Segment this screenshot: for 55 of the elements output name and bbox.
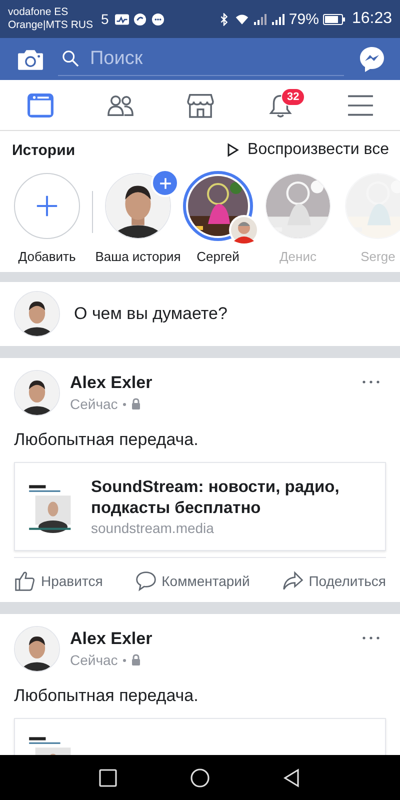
back-icon[interactable] (282, 768, 302, 788)
link-title: SoundStream: новости, радио, подкасты бесплатно (91, 477, 340, 519)
network-label: 5 (101, 11, 109, 27)
search-field[interactable]: Поиск (58, 42, 344, 76)
search-icon (62, 50, 79, 67)
home-icon[interactable] (190, 768, 210, 788)
chat-app-icon (132, 12, 147, 26)
carrier-name: vodafone ES (8, 6, 70, 19)
action-button[interactable]: Нравится (14, 566, 103, 596)
lock-icon (130, 398, 141, 410)
comment-icon (134, 570, 157, 592)
play-all-button[interactable]: Воспроизвести все (226, 141, 389, 159)
post-text: Любопытная передача. (14, 430, 200, 450)
signal-icon (270, 12, 285, 26)
post-time: Сейчас (70, 652, 118, 668)
search-input[interactable]: Поиск (88, 46, 292, 70)
plus-icon (36, 195, 58, 217)
battery-icon (322, 14, 345, 24)
recent-apps-icon[interactable] (98, 768, 118, 788)
activity-icon (114, 12, 129, 26)
post-time: Сейчас (70, 396, 118, 412)
more-icon[interactable] (362, 636, 380, 640)
signal-icon (252, 12, 267, 26)
carrier-name: Orange|MTS RUS (8, 19, 93, 32)
notification-count: 32 (281, 88, 306, 106)
story-name: Ваша история (95, 249, 181, 264)
message-icon (150, 12, 165, 26)
menu-icon (346, 92, 374, 118)
link-domain: soundstream.media (91, 520, 215, 536)
author-name[interactable]: Alex Exler (70, 373, 352, 393)
camera-icon[interactable] (17, 48, 44, 70)
story-name: Сергей (196, 249, 240, 264)
more-icon[interactable] (362, 380, 380, 384)
play-icon (226, 143, 239, 157)
wifi-icon (234, 12, 249, 26)
author-name[interactable]: Alex Exler (70, 629, 352, 649)
action-button[interactable]: Комментарий (134, 566, 250, 596)
shop-icon (186, 92, 214, 118)
messenger-icon[interactable] (358, 45, 386, 73)
share-icon (282, 570, 304, 592)
story-name: Serge (360, 249, 396, 264)
story-name: Добавить (18, 249, 76, 264)
lock-icon (130, 654, 141, 666)
status-prompt[interactable]: О чем вы думаете? (74, 304, 228, 324)
section-title: Истории (12, 142, 76, 158)
clock: 16:23 (352, 10, 392, 28)
add-badge-icon[interactable] (151, 171, 179, 197)
post-text: Любопытная передача. (14, 686, 200, 706)
friends-icon (106, 92, 134, 118)
news-feed-icon (26, 92, 54, 118)
thumbs-up-icon (14, 570, 36, 592)
link-preview[interactable]: SoundStream: новости, радио, подкасты бесплатно soundstream.media (14, 462, 386, 551)
action-button[interactable]: Поделиться (282, 566, 386, 596)
story-name: Денис (280, 249, 316, 264)
battery-percent: 79% (288, 10, 319, 28)
